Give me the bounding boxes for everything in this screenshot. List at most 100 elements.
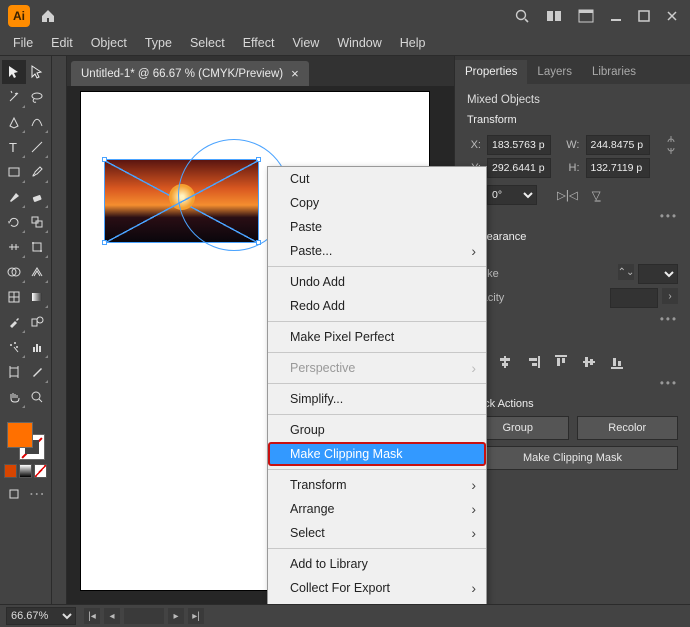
appearance-more-icon[interactable]: ••• xyxy=(467,314,678,326)
zoom-select[interactable]: 66.67% xyxy=(6,607,76,625)
tool-zoom[interactable] xyxy=(26,385,50,409)
context-menu-item-add-to-library[interactable]: Add to Library xyxy=(268,552,486,576)
menu-object[interactable]: Object xyxy=(82,33,136,53)
panel-tab-libraries[interactable]: Libraries xyxy=(582,60,646,84)
draw-mode-normal[interactable] xyxy=(4,482,25,506)
menu-help[interactable]: Help xyxy=(391,33,435,53)
tool-shape-builder[interactable] xyxy=(2,260,26,284)
context-menu-item-arrange[interactable]: Arrange xyxy=(268,497,486,521)
context-menu-item-make-clipping-mask[interactable]: Make Clipping Mask xyxy=(268,442,486,466)
tool-line[interactable] xyxy=(26,135,50,159)
tool-mesh[interactable] xyxy=(2,285,26,309)
tool-slice[interactable] xyxy=(26,360,50,384)
mini-swatch-color[interactable] xyxy=(4,464,17,478)
tool-curvature[interactable] xyxy=(26,110,50,134)
menu-effect[interactable]: Effect xyxy=(234,33,284,53)
panel-tab-layers[interactable]: Layers xyxy=(527,60,582,84)
tool-eraser[interactable] xyxy=(26,185,50,209)
menu-select[interactable]: Select xyxy=(181,33,234,53)
transform-h-input[interactable] xyxy=(586,158,650,178)
tool-artboard[interactable] xyxy=(2,360,26,384)
close-button[interactable] xyxy=(666,10,678,22)
mini-swatch-gradient[interactable] xyxy=(19,464,32,478)
maximize-button[interactable] xyxy=(638,10,650,22)
context-menu-item-paste[interactable]: Paste xyxy=(268,215,486,239)
tool-magic-wand[interactable] xyxy=(2,85,26,109)
context-menu-item-group[interactable]: Group xyxy=(268,418,486,442)
tool-blend[interactable] xyxy=(26,310,50,334)
context-menu-item-make-pixel-perfect[interactable]: Make Pixel Perfect xyxy=(268,325,486,349)
minimize-button[interactable] xyxy=(610,10,622,22)
tool-hand[interactable] xyxy=(2,385,26,409)
context-menu-item-cut[interactable]: Cut xyxy=(268,167,486,191)
tool-paintbrush[interactable] xyxy=(26,160,50,184)
tool-gradient[interactable] xyxy=(26,285,50,309)
tool-shaper[interactable] xyxy=(2,185,26,209)
workspace-icon[interactable] xyxy=(578,9,594,23)
align-hcenter-icon[interactable] xyxy=(495,352,515,372)
tool-graph[interactable] xyxy=(26,335,50,359)
panel-tab-properties[interactable]: Properties xyxy=(455,60,527,84)
tool-selection[interactable] xyxy=(2,60,26,84)
align-more-icon[interactable]: ••• xyxy=(467,378,678,390)
tool-pen[interactable] xyxy=(2,110,26,134)
align-vcenter-icon[interactable] xyxy=(579,352,599,372)
tool-eyedropper[interactable] xyxy=(2,310,26,334)
menu-file[interactable]: File xyxy=(4,33,42,53)
search-icon[interactable] xyxy=(514,8,530,24)
context-menu-item-redo-add[interactable]: Redo Add xyxy=(268,294,486,318)
opacity-input[interactable] xyxy=(610,288,658,308)
link-wh-icon[interactable] xyxy=(664,132,678,158)
tool-free-transform[interactable] xyxy=(26,235,50,259)
transform-more-icon[interactable]: ••• xyxy=(467,211,678,223)
tool-symbol-sprayer[interactable] xyxy=(2,335,26,359)
context-menu-item-simplify[interactable]: Simplify... xyxy=(268,387,486,411)
document-tab-close-icon[interactable]: × xyxy=(291,66,299,81)
artboard-prev-icon[interactable]: ◂ xyxy=(104,608,120,624)
stroke-weight-select[interactable] xyxy=(638,264,678,284)
artboard-first-icon[interactable]: |◂ xyxy=(84,608,100,624)
rotate-select[interactable]: 0° xyxy=(487,185,537,205)
opacity-dropdown-icon[interactable]: › xyxy=(662,288,678,304)
menu-type[interactable]: Type xyxy=(136,33,181,53)
artboard-number[interactable] xyxy=(124,608,164,624)
align-bottom-icon[interactable] xyxy=(607,352,627,372)
context-menu-item-paste[interactable]: Paste... xyxy=(268,239,486,263)
transform-x-input[interactable] xyxy=(487,135,551,155)
panel-dock-left[interactable] xyxy=(52,56,67,604)
tool-rotate[interactable] xyxy=(2,210,26,234)
menu-view[interactable]: View xyxy=(283,33,328,53)
align-top-icon[interactable] xyxy=(551,352,571,372)
menu-edit[interactable]: Edit xyxy=(42,33,82,53)
transform-w-input[interactable] xyxy=(586,135,650,155)
mini-swatch-none[interactable] xyxy=(34,464,47,478)
tool-direct-selection[interactable] xyxy=(26,60,50,84)
qa-recolor-button[interactable]: Recolor xyxy=(577,416,679,440)
context-menu-item-transform[interactable]: Transform xyxy=(268,473,486,497)
tool-rectangle[interactable] xyxy=(2,160,26,184)
flip-horizontal-icon[interactable]: ▷|◁ xyxy=(557,188,578,202)
menu-window[interactable]: Window xyxy=(328,33,390,53)
fill-swatch[interactable] xyxy=(7,422,33,448)
context-menu-item-copy[interactable]: Copy xyxy=(268,191,486,215)
context-menu-item-undo-add[interactable]: Undo Add xyxy=(268,270,486,294)
tool-type[interactable]: T xyxy=(2,135,26,159)
home-icon[interactable] xyxy=(40,8,56,24)
document-tab[interactable]: Untitled-1* @ 66.67 % (CMYK/Preview) × xyxy=(71,61,309,86)
selection-handle[interactable] xyxy=(102,157,107,162)
transform-y-input[interactable] xyxy=(487,158,551,178)
artboard-last-icon[interactable]: ▸| xyxy=(188,608,204,624)
flip-vertical-icon[interactable]: ▽̲ xyxy=(592,188,601,202)
arrange-icon[interactable] xyxy=(546,9,562,23)
stroke-weight-stepper[interactable]: ⌃⌄ xyxy=(618,264,634,280)
tool-lasso[interactable] xyxy=(26,85,50,109)
align-right-icon[interactable] xyxy=(523,352,543,372)
qa-make-clipping-mask-button[interactable]: Make Clipping Mask xyxy=(467,446,678,470)
selection-handle[interactable] xyxy=(102,240,107,245)
tool-scale[interactable] xyxy=(26,210,50,234)
context-menu-item-collect-for-export[interactable]: Collect For Export xyxy=(268,576,486,600)
tool-width[interactable] xyxy=(2,235,26,259)
edit-toolbar-icon[interactable]: ⋯ xyxy=(27,482,48,506)
artboard-next-icon[interactable]: ▸ xyxy=(168,608,184,624)
context-menu-item-select[interactable]: Select xyxy=(268,521,486,545)
